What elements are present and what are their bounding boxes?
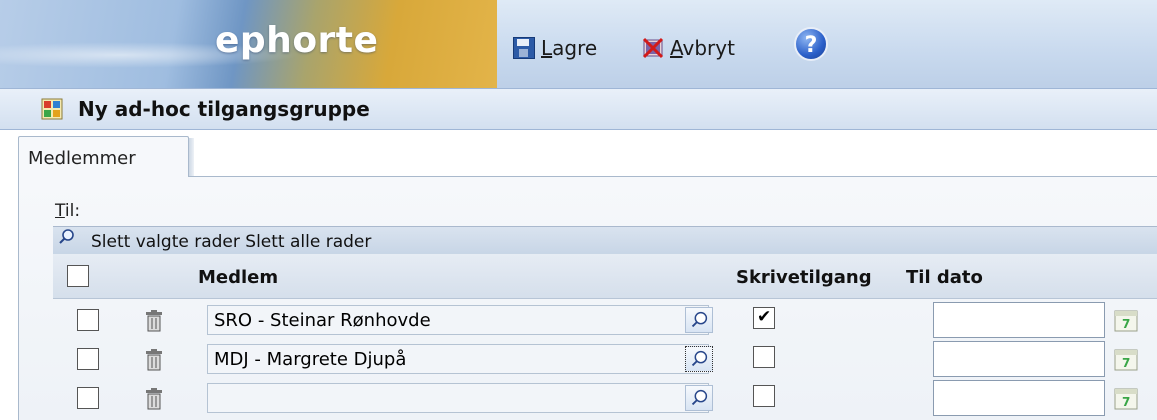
til-label: Til:: [55, 201, 81, 221]
write-access-checkbox[interactable]: [753, 385, 775, 407]
member-lookup-icon[interactable]: [685, 385, 713, 411]
svg-text:7: 7: [1122, 356, 1130, 370]
calendar-icon[interactable]: 7: [1113, 385, 1139, 411]
table-row: 7: [53, 341, 1157, 380]
trash-icon[interactable]: [145, 310, 163, 332]
app-header: ephorte Lagre Avbryt ?: [0, 0, 1157, 91]
member-lookup-icon[interactable]: [685, 346, 713, 372]
table-header-row: Medlem Skrivetilgang Til dato: [53, 254, 1157, 299]
table-toolbar: Slett valgte rader Slett alle rader: [53, 226, 1157, 255]
tab-medlemmer[interactable]: Medlemmer: [18, 136, 189, 177]
tab-label: Medlemmer: [28, 148, 136, 169]
group-form-icon: [41, 98, 63, 120]
row-select-checkbox[interactable]: [77, 348, 99, 370]
write-access-checkbox[interactable]: [753, 346, 775, 368]
table-actions[interactable]: Slett valgte rader Slett alle rader: [91, 232, 371, 252]
save-button[interactable]: Lagre: [513, 36, 597, 60]
page-titlebar: Ny ad-hoc tilgangsgruppe: [0, 88, 1157, 130]
logo-banner: ephorte: [0, 0, 497, 90]
cancel-label: Avbryt: [670, 36, 735, 60]
row-select-checkbox[interactable]: [77, 387, 99, 409]
search-icon[interactable]: [58, 228, 76, 246]
trash-icon[interactable]: [145, 388, 163, 410]
select-all-checkbox[interactable]: [67, 265, 89, 287]
member-input[interactable]: [207, 305, 709, 335]
help-icon[interactable]: ?: [794, 27, 828, 61]
save-icon: [513, 37, 535, 59]
calendar-icon[interactable]: 7: [1113, 307, 1139, 333]
table-row: 7: [53, 302, 1157, 341]
svg-text:7: 7: [1122, 395, 1130, 409]
column-header-write-access[interactable]: Skrivetilgang: [736, 267, 872, 288]
svg-text:7: 7: [1122, 317, 1130, 331]
cancel-icon: [642, 37, 664, 59]
member-input[interactable]: [207, 383, 709, 413]
write-access-checkbox[interactable]: [753, 307, 775, 329]
trash-icon[interactable]: [145, 349, 163, 371]
calendar-icon[interactable]: 7: [1113, 346, 1139, 372]
to-date-input[interactable]: [933, 341, 1105, 377]
member-input[interactable]: [207, 344, 709, 374]
row-select-checkbox[interactable]: [77, 309, 99, 331]
column-header-member[interactable]: Medlem: [198, 267, 278, 288]
column-header-to-date[interactable]: Til dato: [906, 267, 983, 288]
member-lookup-icon[interactable]: [685, 307, 713, 333]
page-title: Ny ad-hoc tilgangsgruppe: [78, 97, 370, 121]
to-date-input[interactable]: [933, 380, 1105, 416]
cancel-button[interactable]: Avbryt: [642, 36, 735, 60]
save-label: Lagre: [541, 36, 598, 60]
to-date-input[interactable]: [933, 302, 1105, 338]
table-row: 7: [53, 380, 1157, 419]
app-logo: ephorte: [215, 20, 379, 61]
